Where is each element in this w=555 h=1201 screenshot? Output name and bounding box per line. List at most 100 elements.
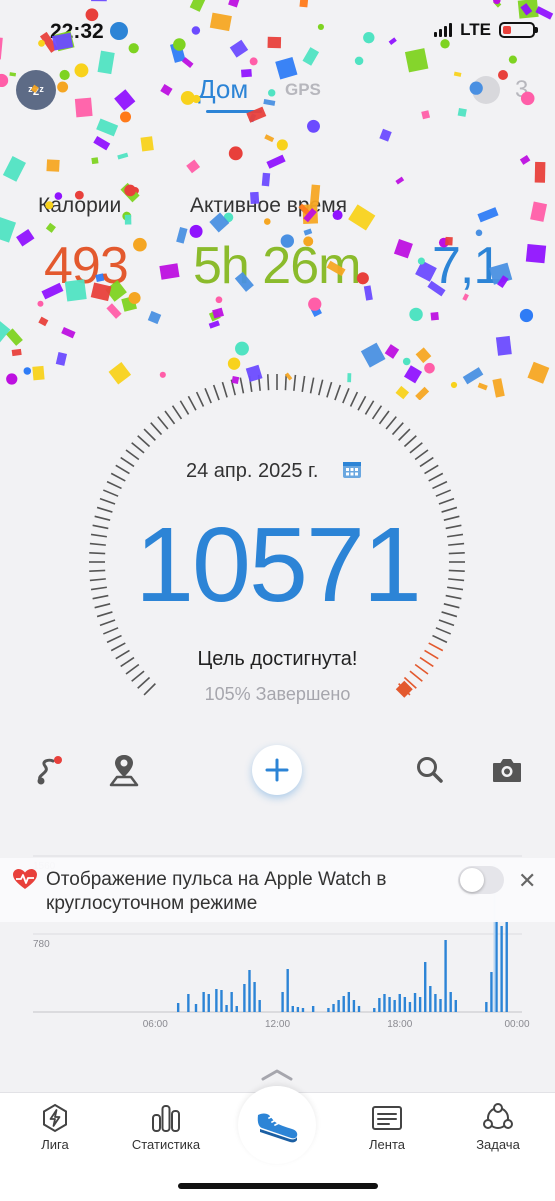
confetti-piece — [131, 187, 139, 195]
confetti-piece — [0, 318, 10, 342]
confetti-piece — [394, 239, 413, 258]
map-pin-icon[interactable] — [104, 750, 144, 790]
add-activity-button[interactable] — [252, 745, 302, 795]
confetti-piece — [308, 298, 321, 311]
date-label[interactable]: 24 апр. 2025 г. — [186, 460, 318, 483]
confetti-piece — [395, 177, 404, 185]
confetti-piece — [60, 70, 70, 80]
confetti-piece — [307, 120, 320, 133]
confetti-piece — [416, 347, 432, 363]
sleep-mode-icon[interactable]: ᶻzᶻ — [16, 70, 56, 110]
confetti-piece — [477, 207, 498, 222]
gauge-tick — [116, 465, 130, 473]
tab-home[interactable]: Дом — [198, 74, 248, 105]
gauge-tick — [393, 423, 404, 435]
confetti-piece — [56, 352, 67, 366]
confetti-piece — [0, 37, 3, 60]
confetti-piece — [61, 327, 75, 338]
confetti-piece — [277, 139, 288, 150]
tab-league[interactable]: Лига — [10, 1103, 100, 1152]
confetti-piece — [37, 301, 43, 307]
gauge-tick — [436, 628, 451, 634]
confetti-piece — [6, 328, 23, 346]
gauge-tick — [259, 375, 261, 391]
confetti-piece — [478, 383, 488, 391]
chart-bar — [353, 1000, 355, 1012]
confetti-piece — [129, 292, 141, 304]
gauge-tick — [173, 406, 182, 419]
gauge-tick — [335, 385, 340, 400]
chart-bar — [337, 1000, 339, 1012]
gauge-tick — [231, 380, 235, 396]
shoe-icon — [254, 1105, 300, 1145]
confetti-piece — [160, 84, 172, 96]
gauge-tick — [126, 450, 139, 460]
battery-icon — [499, 22, 535, 38]
route-icon[interactable] — [28, 750, 68, 790]
gauge-tick — [103, 490, 118, 496]
gauge-tick — [343, 388, 349, 403]
step-count: 10571 — [0, 505, 555, 626]
gauge-tick — [425, 465, 439, 473]
confetti-piece — [38, 317, 48, 327]
heart-rate-toggle[interactable] — [458, 866, 504, 894]
confetti-piece — [385, 344, 399, 359]
confetti-piece — [46, 223, 56, 233]
camera-icon[interactable] — [487, 750, 527, 790]
tab-league-label: Лига — [41, 1137, 68, 1152]
tab-statistics[interactable]: Статистика — [121, 1103, 211, 1152]
chart-bar — [195, 1004, 197, 1012]
gauge-tick — [302, 376, 304, 392]
chart-bar — [302, 1008, 304, 1012]
location-arrow-icon — [110, 22, 128, 40]
confetti-piece — [518, 0, 539, 19]
chart-bar — [358, 1006, 360, 1012]
confetti-piece — [173, 38, 186, 51]
confetti-piece — [148, 311, 161, 324]
confetti-piece — [348, 204, 375, 230]
chart-bar — [399, 994, 401, 1012]
gauge-tick — [222, 382, 227, 397]
confetti-piece — [493, 0, 501, 8]
confetti-piece — [409, 308, 422, 321]
close-icon[interactable]: ✕ — [518, 868, 536, 894]
signal-icon — [434, 23, 452, 37]
tab-activity[interactable] — [238, 1086, 316, 1164]
tab-feed[interactable]: Лента — [342, 1103, 432, 1152]
chart-bar — [490, 972, 492, 1012]
confetti-piece — [492, 378, 504, 397]
gauge-tick — [432, 482, 446, 489]
gauge-tick — [100, 499, 115, 504]
gauge-tick — [410, 671, 422, 681]
gauge-tick — [240, 378, 243, 394]
notification-icon[interactable] — [472, 76, 500, 104]
calendar-icon[interactable] — [342, 459, 362, 479]
chevron-up-icon[interactable] — [260, 1068, 294, 1082]
gauge-tick — [436, 490, 451, 496]
chart-bar — [292, 1006, 294, 1012]
chart-bar — [404, 997, 406, 1012]
confetti-piece — [275, 57, 297, 80]
gauge-tick — [132, 671, 144, 681]
search-icon[interactable] — [410, 750, 450, 790]
chart-bar — [348, 992, 350, 1012]
chart-bar — [409, 1002, 411, 1012]
confetti-piece — [229, 146, 243, 160]
chart-bar — [312, 1006, 314, 1012]
notification-badge — [498, 70, 508, 80]
confetti-piece — [210, 13, 232, 32]
confetti-piece — [520, 309, 533, 322]
gauge-tick — [197, 392, 204, 406]
confetti-piece — [133, 238, 147, 252]
confetti-piece — [250, 57, 258, 65]
gauge-tick — [373, 406, 382, 419]
tab-gps[interactable]: GPS — [285, 80, 321, 100]
tab-tasks[interactable]: Задача — [453, 1103, 543, 1152]
gauge-tick — [121, 458, 134, 467]
confetti-piece — [192, 26, 200, 34]
confetti-piece — [209, 320, 220, 328]
confetti-piece — [170, 42, 186, 63]
confetti-piece — [117, 153, 128, 160]
confetti-piece — [125, 215, 132, 225]
confetti-piece — [454, 72, 462, 77]
